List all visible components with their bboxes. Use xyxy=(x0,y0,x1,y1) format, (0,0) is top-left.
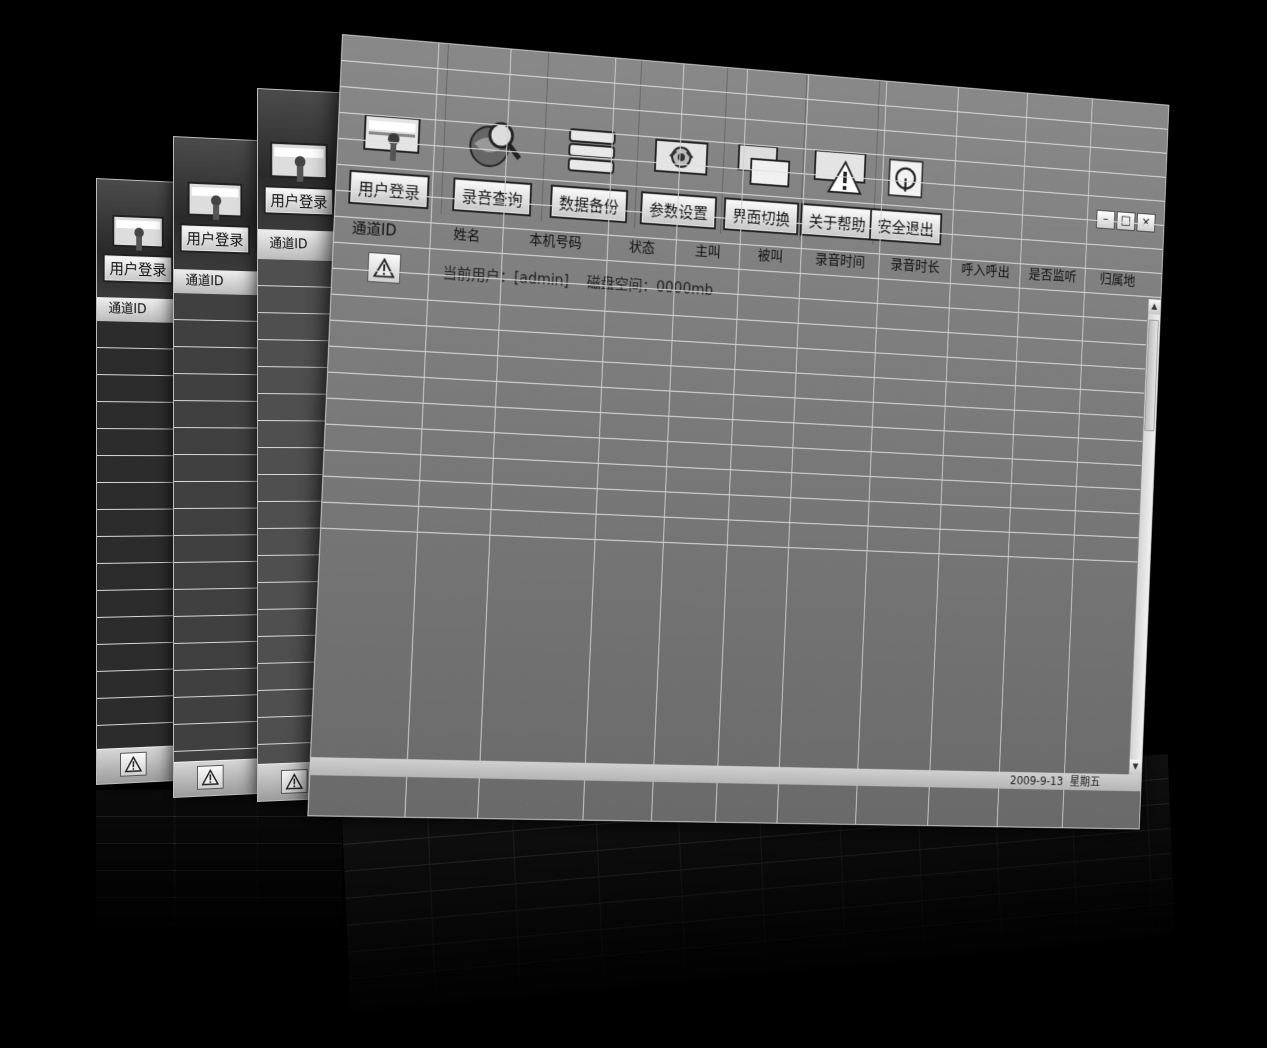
back-window-2-login-label: 用户登录 xyxy=(181,225,249,253)
reflection-back-1 xyxy=(96,790,176,940)
main-window: 用户登录 录音查询 数据备份 参数设置 界面切换 关于帮助 安全退出 – □ ×… xyxy=(307,34,1170,830)
table-columns xyxy=(308,35,1168,828)
back-window-1-login-label: 用户登录 xyxy=(104,255,172,283)
stage: 用户登录 通道ID 用户登录 通道ID 用户登录 通道ID 用户登录 录音查询 … xyxy=(0,0,1267,1048)
warning-icon xyxy=(286,773,303,790)
back-window-1-login-tool[interactable]: 用户登录 xyxy=(104,207,172,283)
back-window-3-warning-button[interactable] xyxy=(280,769,308,794)
scroll-thumb[interactable] xyxy=(1144,319,1159,432)
warning-icon xyxy=(202,769,219,786)
table-body xyxy=(308,35,1169,828)
user-login-icon xyxy=(268,133,331,189)
reflection-back-2 xyxy=(173,790,258,940)
back-window-1-warning-button[interactable] xyxy=(120,751,147,777)
back-window-3-login-tool[interactable]: 用户登录 xyxy=(265,133,333,215)
back-window-2-warning-button[interactable] xyxy=(196,764,224,790)
back-window-3-login-label: 用户登录 xyxy=(265,187,333,215)
warning-icon xyxy=(125,756,142,773)
back-window-2-login-tool[interactable]: 用户登录 xyxy=(181,173,249,253)
user-login-icon xyxy=(185,174,244,228)
scroll-down-icon[interactable]: ▼ xyxy=(1129,759,1142,775)
user-login-icon xyxy=(110,208,165,258)
scroll-up-icon[interactable]: ▲ xyxy=(1148,299,1161,315)
